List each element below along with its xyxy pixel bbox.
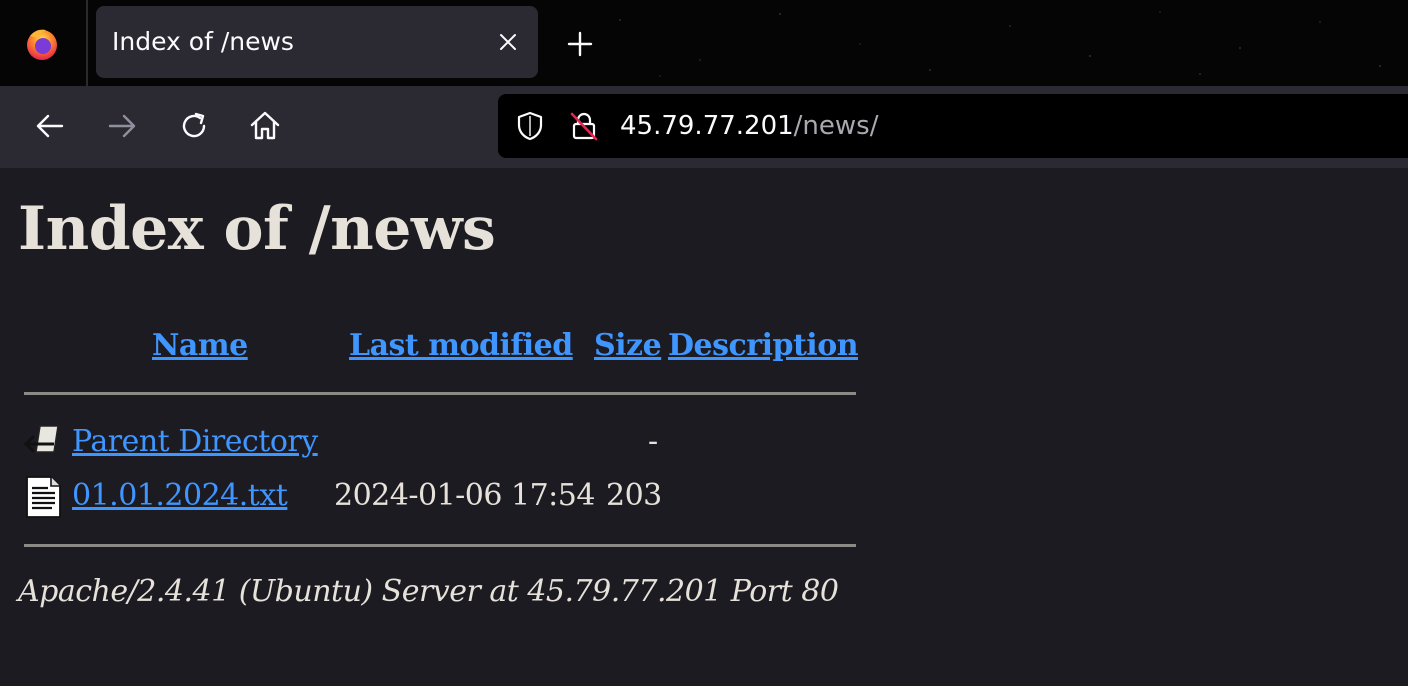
page-content: Index of /news Name Last modified Size D… bbox=[0, 168, 1408, 686]
address-bar[interactable]: 45.79.77.201/news/ bbox=[498, 94, 1408, 158]
header-divider bbox=[24, 392, 856, 395]
tab-strip: Index of /news bbox=[0, 0, 1408, 86]
tab-separator bbox=[86, 0, 88, 86]
row-last-modified: 2024-01-06 17:54 bbox=[334, 478, 595, 513]
row-name-link[interactable]: Parent Directory bbox=[72, 424, 318, 459]
plus-icon[interactable] bbox=[566, 30, 594, 58]
tab-title: Index of /news bbox=[112, 27, 294, 56]
firefox-logo-icon[interactable] bbox=[22, 24, 62, 64]
reload-icon[interactable] bbox=[176, 108, 212, 144]
arrow-left-icon[interactable] bbox=[32, 108, 68, 144]
close-icon[interactable] bbox=[496, 30, 520, 54]
page-title: Index of /news bbox=[18, 194, 496, 264]
navigation-toolbar: 45.79.77.201/news/ bbox=[0, 86, 1408, 168]
arrow-right-icon[interactable] bbox=[104, 108, 140, 144]
url-text[interactable]: 45.79.77.201/news/ bbox=[620, 94, 878, 158]
lock-slash-icon[interactable] bbox=[568, 110, 600, 142]
footer-divider bbox=[24, 544, 856, 547]
text-file-icon bbox=[26, 476, 61, 518]
server-signature: Apache/2.4.41 (Ubuntu) Server at 45.79.7… bbox=[18, 574, 839, 609]
column-header-last-modified[interactable]: Last modified bbox=[349, 328, 573, 363]
home-icon[interactable] bbox=[247, 108, 283, 144]
row-size: 203 bbox=[606, 478, 662, 513]
url-host: 45.79.77.201 bbox=[620, 111, 794, 141]
column-header-name[interactable]: Name bbox=[152, 328, 248, 363]
url-path: /news/ bbox=[793, 111, 879, 141]
parent-directory-icon bbox=[24, 425, 59, 453]
column-header-size[interactable]: Size bbox=[594, 328, 662, 363]
column-header-description[interactable]: Description bbox=[668, 328, 859, 363]
row-name-link[interactable]: 01.01.2024.txt bbox=[72, 478, 288, 513]
shield-icon[interactable] bbox=[514, 110, 546, 142]
tab-active[interactable]: Index of /news bbox=[96, 6, 538, 78]
row-size: - bbox=[648, 424, 658, 459]
